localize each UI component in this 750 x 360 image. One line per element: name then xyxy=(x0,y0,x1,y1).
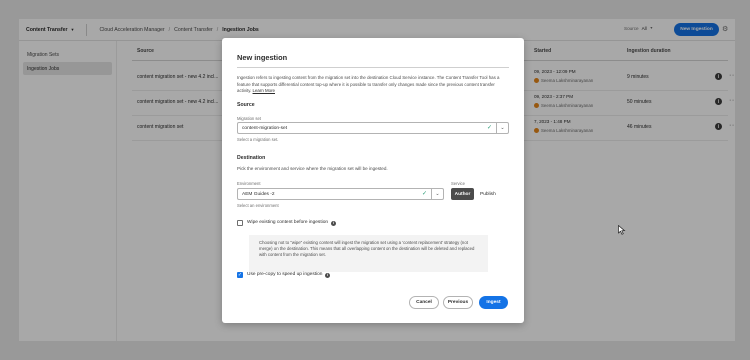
ingest-button[interactable]: Ingest xyxy=(479,296,508,309)
new-ingestion-dialog: New ingestion Ingestion refers to ingest… xyxy=(222,38,524,323)
service-publish-button[interactable]: Publish xyxy=(480,188,496,200)
destination-description: Pick the environment and service where t… xyxy=(237,166,388,171)
checkmark-icon: ✓ xyxy=(421,191,427,197)
dialog-intro: Ingestion refers to ingesting content fr… xyxy=(237,75,509,95)
dialog-divider xyxy=(237,67,509,68)
chevron-down-icon[interactable]: ⌄ xyxy=(431,189,443,199)
wipe-label[interactable]: Wipe existing content before ingestion xyxy=(247,220,328,225)
info-icon[interactable]: i xyxy=(331,220,336,226)
precopy-label[interactable]: Use pre-copy to speed up ingestion xyxy=(247,272,322,277)
chevron-down-icon[interactable]: ⌄ xyxy=(496,123,508,133)
source-heading: Source xyxy=(237,102,255,108)
migration-set-value: content-migration-set xyxy=(242,125,288,131)
dialog-title: New ingestion xyxy=(237,53,288,62)
environment-value: AEM Guides -2 xyxy=(242,191,275,197)
wipe-note-text: Choosing not to "wipe" existing content … xyxy=(259,240,475,258)
intro-text: Ingestion refers to ingesting content fr… xyxy=(237,75,500,93)
service-label: Service xyxy=(451,181,465,186)
checkmark-icon: ✓ xyxy=(486,125,492,131)
wipe-checkbox[interactable] xyxy=(237,220,243,226)
migration-set-help: Select a migration set. xyxy=(237,137,279,142)
cancel-button[interactable]: Cancel xyxy=(409,296,439,309)
migration-set-label: Migration set xyxy=(237,116,261,121)
mouse-cursor-icon xyxy=(618,225,626,235)
environment-label: Environment xyxy=(237,181,261,186)
destination-heading: Destination xyxy=(237,155,266,161)
learn-more-link[interactable]: Learn More xyxy=(253,88,275,93)
precopy-checkbox[interactable]: ✓ xyxy=(237,272,243,278)
service-author-button[interactable]: Author xyxy=(451,188,474,200)
info-icon[interactable]: i xyxy=(325,272,330,278)
environment-combobox[interactable]: AEM Guides -2 ✓ ⌄ xyxy=(237,188,444,200)
environment-help: Select an environment xyxy=(237,203,279,208)
migration-set-combobox[interactable]: content-migration-set ✓ ⌄ xyxy=(237,122,509,134)
previous-button[interactable]: Previous xyxy=(443,296,473,309)
wipe-note: Choosing not to "wipe" existing content … xyxy=(249,235,488,272)
